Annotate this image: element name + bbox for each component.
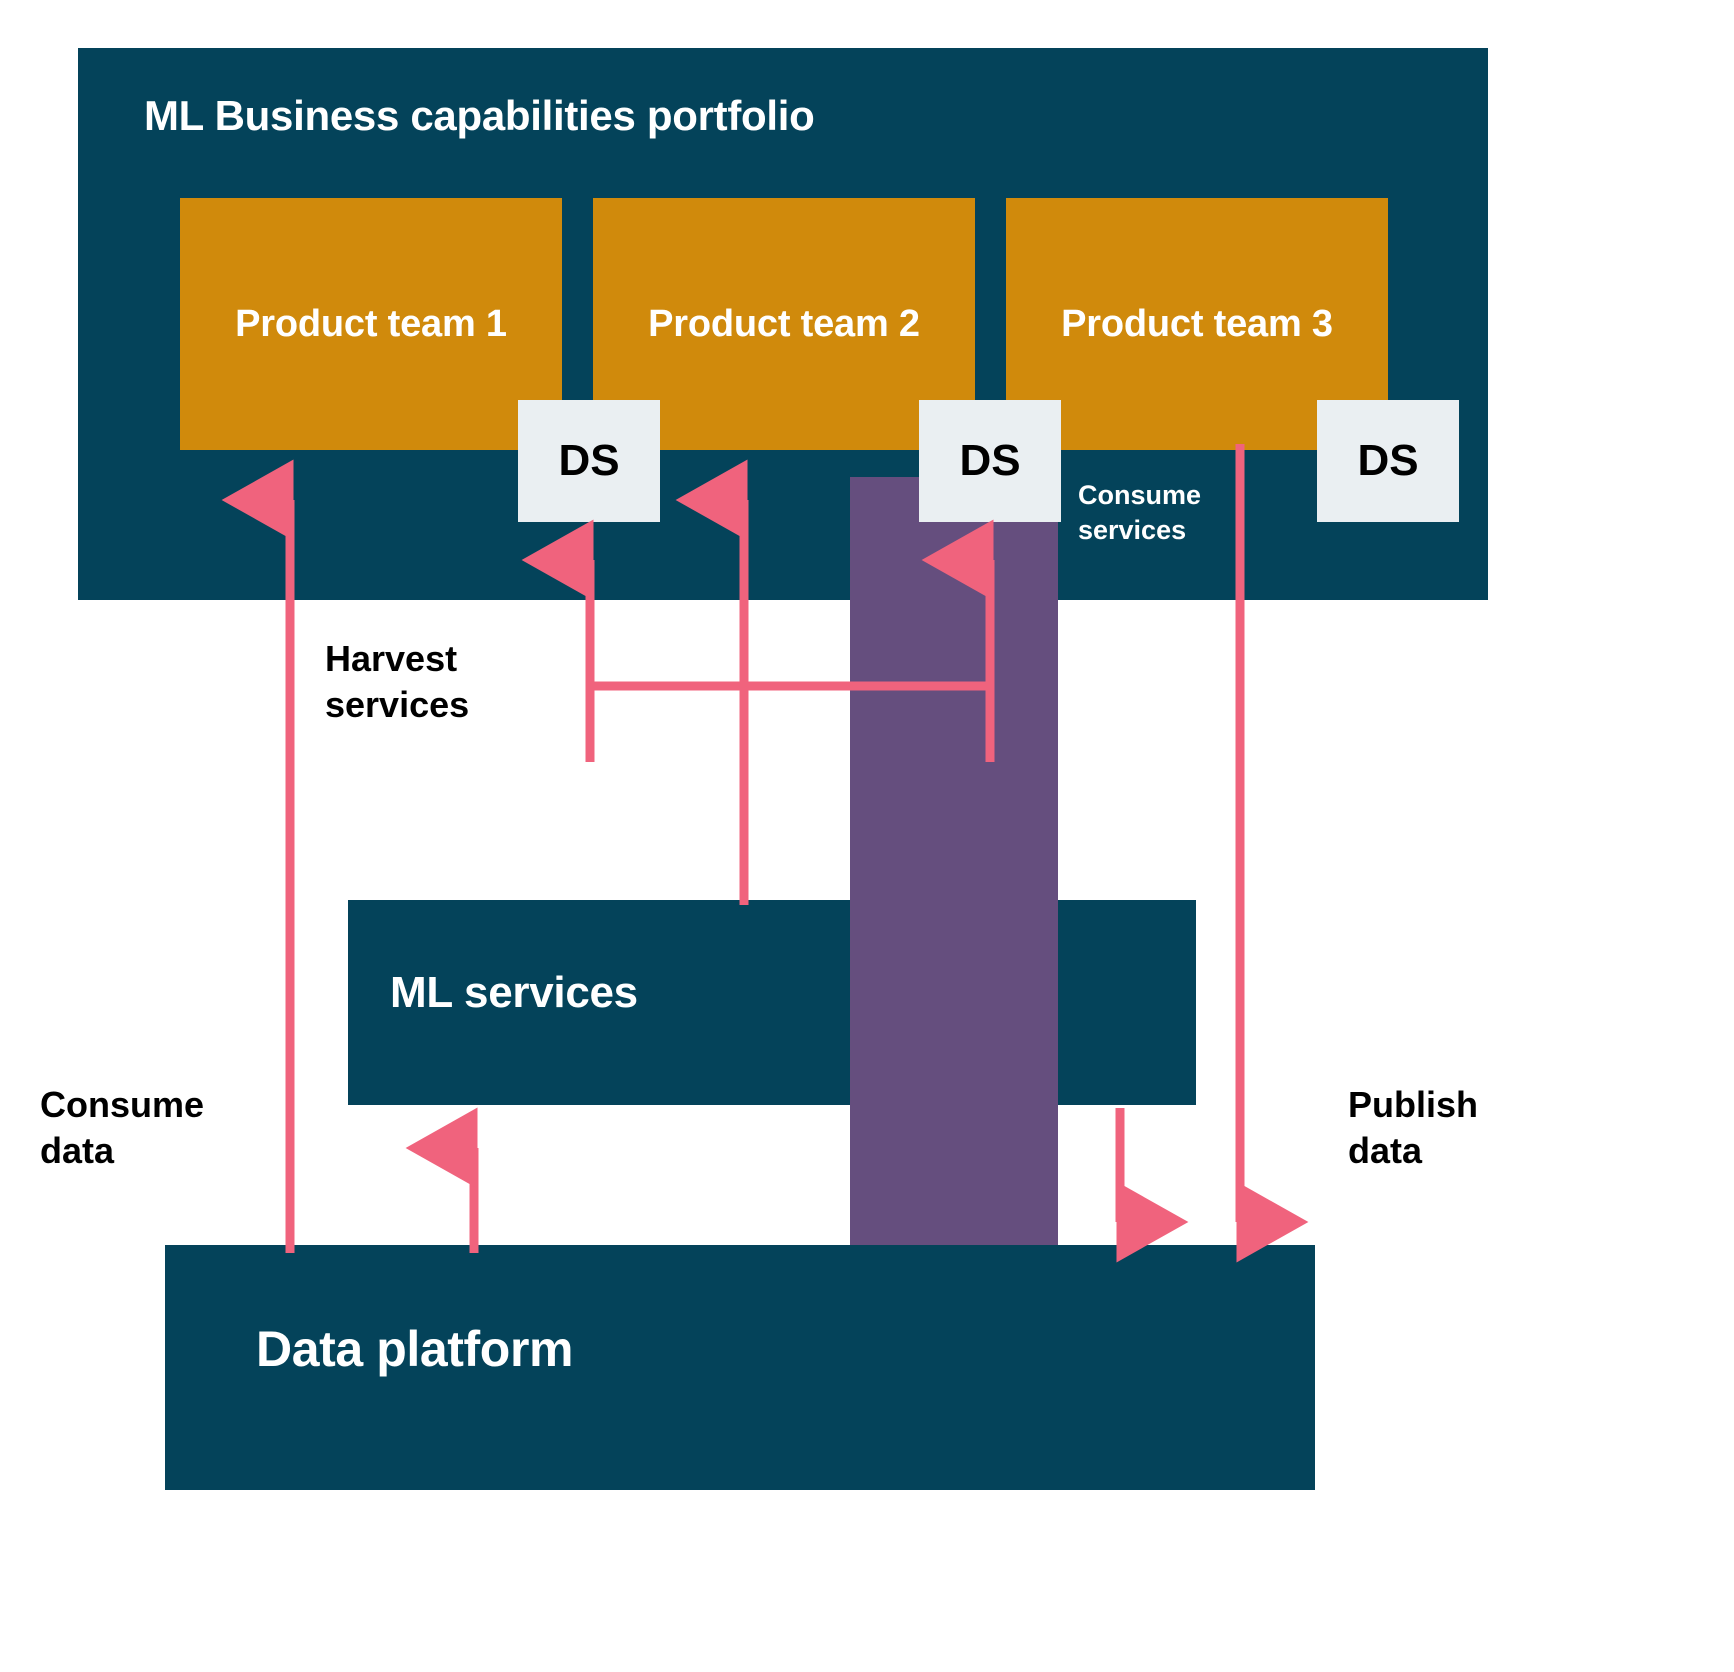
consume-services-label: Consume services <box>1078 480 1202 545</box>
diagram-canvas: ML Business capabilities portfolio Produ… <box>0 0 1734 1672</box>
ds-box-2[interactable]: DS <box>919 400 1061 522</box>
product-team-3-label: Product team 3 <box>1061 302 1333 345</box>
portfolio-title: ML Business capabilities portfolio <box>144 92 815 139</box>
ds-box-2-label: DS <box>959 436 1021 485</box>
product-team-2-label: Product team 2 <box>648 302 920 345</box>
product-team-1-label: Product team 1 <box>235 302 507 345</box>
ml-services-label: ML services <box>390 968 638 1017</box>
ds-box-1-label: DS <box>558 436 620 485</box>
ds-box-3[interactable]: DS <box>1317 400 1459 522</box>
data-science-platform-column <box>850 477 1058 1326</box>
ds-box-3-label: DS <box>1357 436 1419 485</box>
publish-data-label: Publish data <box>1348 1084 1479 1172</box>
harvest-services-label: Harvest services <box>325 638 470 726</box>
ds-box-1[interactable]: DS <box>518 400 660 522</box>
consume-data-label: Consume data <box>40 1084 205 1172</box>
data-platform-label: Data platform <box>256 1321 574 1377</box>
product-team-1-box[interactable]: Product team 1 <box>180 198 562 450</box>
